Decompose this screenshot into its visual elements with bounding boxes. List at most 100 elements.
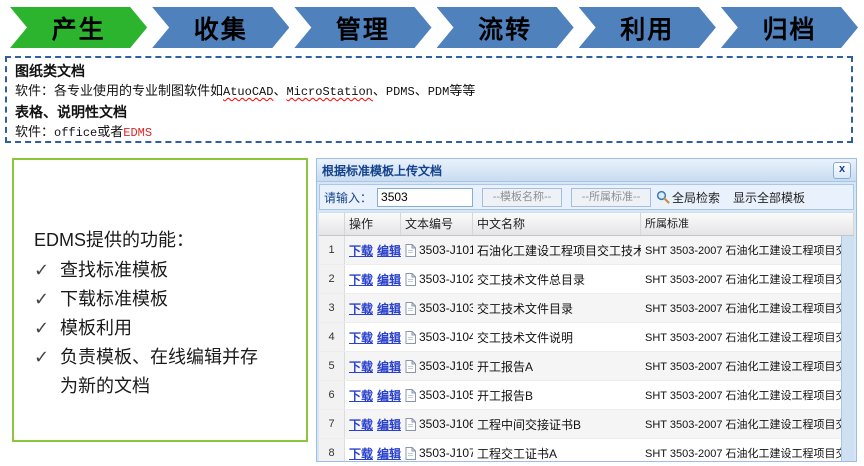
row-actions: 下载编辑 [345, 300, 401, 317]
row-number: 6 [319, 381, 345, 409]
doc-number: 3503-J102 [419, 272, 473, 286]
doc-number: 3503-J105B [419, 388, 473, 402]
doc-number: 3503-J107A [419, 446, 473, 460]
download-link[interactable]: 下载 [349, 302, 373, 316]
edit-link[interactable]: 编辑 [377, 331, 401, 345]
download-link[interactable]: 下载 [349, 418, 373, 432]
edit-link[interactable]: 编辑 [377, 360, 401, 374]
search-toolbar: 请输入： --模板名称-- --所属标准-- 全局检索 显示全部模板 [319, 184, 854, 210]
document-icon [405, 302, 416, 315]
doc-standard: SHT 3503-2007 石油化工建设工程项目交工... [641, 300, 854, 316]
doc-standard: SHT 3503-2007 石油化工建设工程项目交工... [641, 242, 854, 258]
feature-item: ✓ 负责模板、在线编辑并存为新的文档 [34, 343, 306, 401]
download-link[interactable]: 下载 [349, 389, 373, 403]
search-input[interactable] [377, 188, 473, 207]
doc-number: 3503-J106B [419, 417, 473, 431]
document-icon [405, 244, 416, 257]
templates-grid: 操作 文本编号 中文名称 所属标准 1 下载编辑 3503-J101A 石油化工… [319, 212, 854, 461]
download-link[interactable]: 下载 [349, 273, 373, 287]
flow-step-archive: 归档 [721, 7, 858, 48]
download-link[interactable]: 下载 [349, 447, 373, 461]
row-number: 8 [319, 439, 345, 461]
magnifier-icon [656, 190, 670, 204]
header-chinese-name[interactable]: 中文名称 [473, 213, 641, 235]
row-actions: 下载编辑 [345, 416, 401, 433]
row-actions: 下载编辑 [345, 329, 401, 346]
software-name-office: office [54, 126, 97, 140]
edms-features-box: EDMS提供的功能： ✓ 查找标准模板 ✓ 下载标准模板 ✓ 模板利用 ✓ 负责… [12, 158, 308, 442]
document-icon [405, 389, 416, 402]
edit-link[interactable]: 编辑 [377, 244, 401, 258]
search-label: 请输入： [324, 189, 372, 206]
edit-link[interactable]: 编辑 [377, 447, 401, 461]
header-operation[interactable]: 操作 [345, 213, 401, 235]
grid-scrollbar[interactable] [841, 236, 854, 461]
table-software-line: 软件：office或者EDMS [15, 122, 843, 143]
row-number: 2 [319, 265, 345, 293]
window-titlebar: 根据标准模板上传文档 x [317, 159, 856, 182]
feature-item: ✓ 模板利用 [34, 314, 306, 343]
doc-chinese-name: 交工技术文件总目录 [473, 271, 641, 288]
flow-step-manage: 管理 [294, 7, 431, 48]
software-name-edms: EDMS [123, 126, 152, 140]
header-doc-number[interactable]: 文本编号 [401, 213, 473, 235]
flow-step-use: 利用 [579, 7, 716, 48]
edit-link[interactable]: 编辑 [377, 302, 401, 316]
document-types-note: 图纸类文档 软件：各专业使用的专业制图软件如AtuoCAD、MicroStati… [5, 56, 853, 143]
flow-step-produce: 产生 [10, 7, 147, 48]
document-icon [405, 273, 416, 286]
software-name-microstation: MicroStation [286, 85, 372, 99]
document-icon [405, 447, 416, 460]
doc-chinese-name: 开工报告A [473, 358, 641, 375]
feature-item: ✓ 下载标准模板 [34, 285, 306, 314]
doc-number: 3503-J104 [419, 330, 473, 344]
doc-number: 3503-J105A [419, 359, 473, 373]
download-link[interactable]: 下载 [349, 331, 373, 345]
document-icon [405, 418, 416, 431]
window-title: 根据标准模板上传文档 [322, 162, 833, 179]
row-actions: 下载编辑 [345, 358, 401, 375]
template-name-filter[interactable]: --模板名称-- [482, 188, 562, 207]
table-row: 7 下载编辑 3503-J106B 工程中间交接证书B SHT 3503-200… [319, 410, 854, 439]
row-actions: 下载编辑 [345, 271, 401, 288]
flow-step-circulate: 流转 [437, 7, 574, 48]
doc-number: 3503-J101A [419, 243, 473, 257]
doc-chinese-name: 交工技术文件目录 [473, 300, 641, 317]
doc-standard: SHT 3503-2007 石油化工建设工程项目交工... [641, 358, 854, 374]
process-flow: 产生 收集 管理 流转 利用 归档 [10, 7, 858, 48]
table-row: 1 下载编辑 3503-J101A 石油化工建设工程项目交工技术文件封面A SH… [319, 236, 854, 265]
show-all-templates-button[interactable]: 显示全部模板 [733, 189, 805, 206]
edit-link[interactable]: 编辑 [377, 418, 401, 432]
checkmark-icon: ✓ [34, 314, 60, 343]
document-icon [405, 331, 416, 344]
row-number: 5 [319, 352, 345, 380]
table-row: 4 下载编辑 3503-J104 交工技术文件说明 SHT 3503-2007 … [319, 323, 854, 352]
row-number: 7 [319, 410, 345, 438]
doc-chinese-name: 工程交工证书A [473, 445, 641, 462]
table-doc-title: 表格、说明性文档 [15, 102, 843, 122]
features-heading: EDMS提供的功能： [34, 226, 306, 252]
drawing-doc-title: 图纸类文档 [15, 61, 843, 81]
doc-standard: SHT 3503-2007 石油化工建设工程项目交工... [641, 416, 854, 432]
edit-link[interactable]: 编辑 [377, 273, 401, 287]
doc-chinese-name: 开工报告B [473, 387, 641, 404]
download-link[interactable]: 下载 [349, 360, 373, 374]
flow-step-collect: 收集 [152, 7, 289, 48]
standard-filter[interactable]: --所属标准-- [571, 188, 651, 207]
table-row: 8 下载编辑 3503-J107A 工程交工证书A SHT 3503-2007 … [319, 439, 854, 461]
global-search-button[interactable]: 全局检索 [656, 189, 720, 206]
checkmark-icon: ✓ [34, 285, 60, 314]
header-rownum [319, 213, 345, 235]
edit-link[interactable]: 编辑 [377, 389, 401, 403]
close-icon[interactable]: x [833, 162, 851, 179]
row-number: 3 [319, 294, 345, 322]
download-link[interactable]: 下载 [349, 244, 373, 258]
drawing-software-line: 软件：各专业使用的专业制图软件如AtuoCAD、MicroStation、PDM… [15, 81, 843, 102]
software-name-pdms: PDMS [386, 85, 415, 99]
doc-number: 3503-J103 [419, 301, 473, 315]
doc-chinese-name: 交工技术文件说明 [473, 329, 641, 346]
header-standard[interactable]: 所属标准 [641, 213, 854, 235]
row-number: 4 [319, 323, 345, 351]
table-row: 5 下载编辑 3503-J105A 开工报告A SHT 3503-2007 石油… [319, 352, 854, 381]
feature-item: ✓ 查找标准模板 [34, 256, 306, 285]
